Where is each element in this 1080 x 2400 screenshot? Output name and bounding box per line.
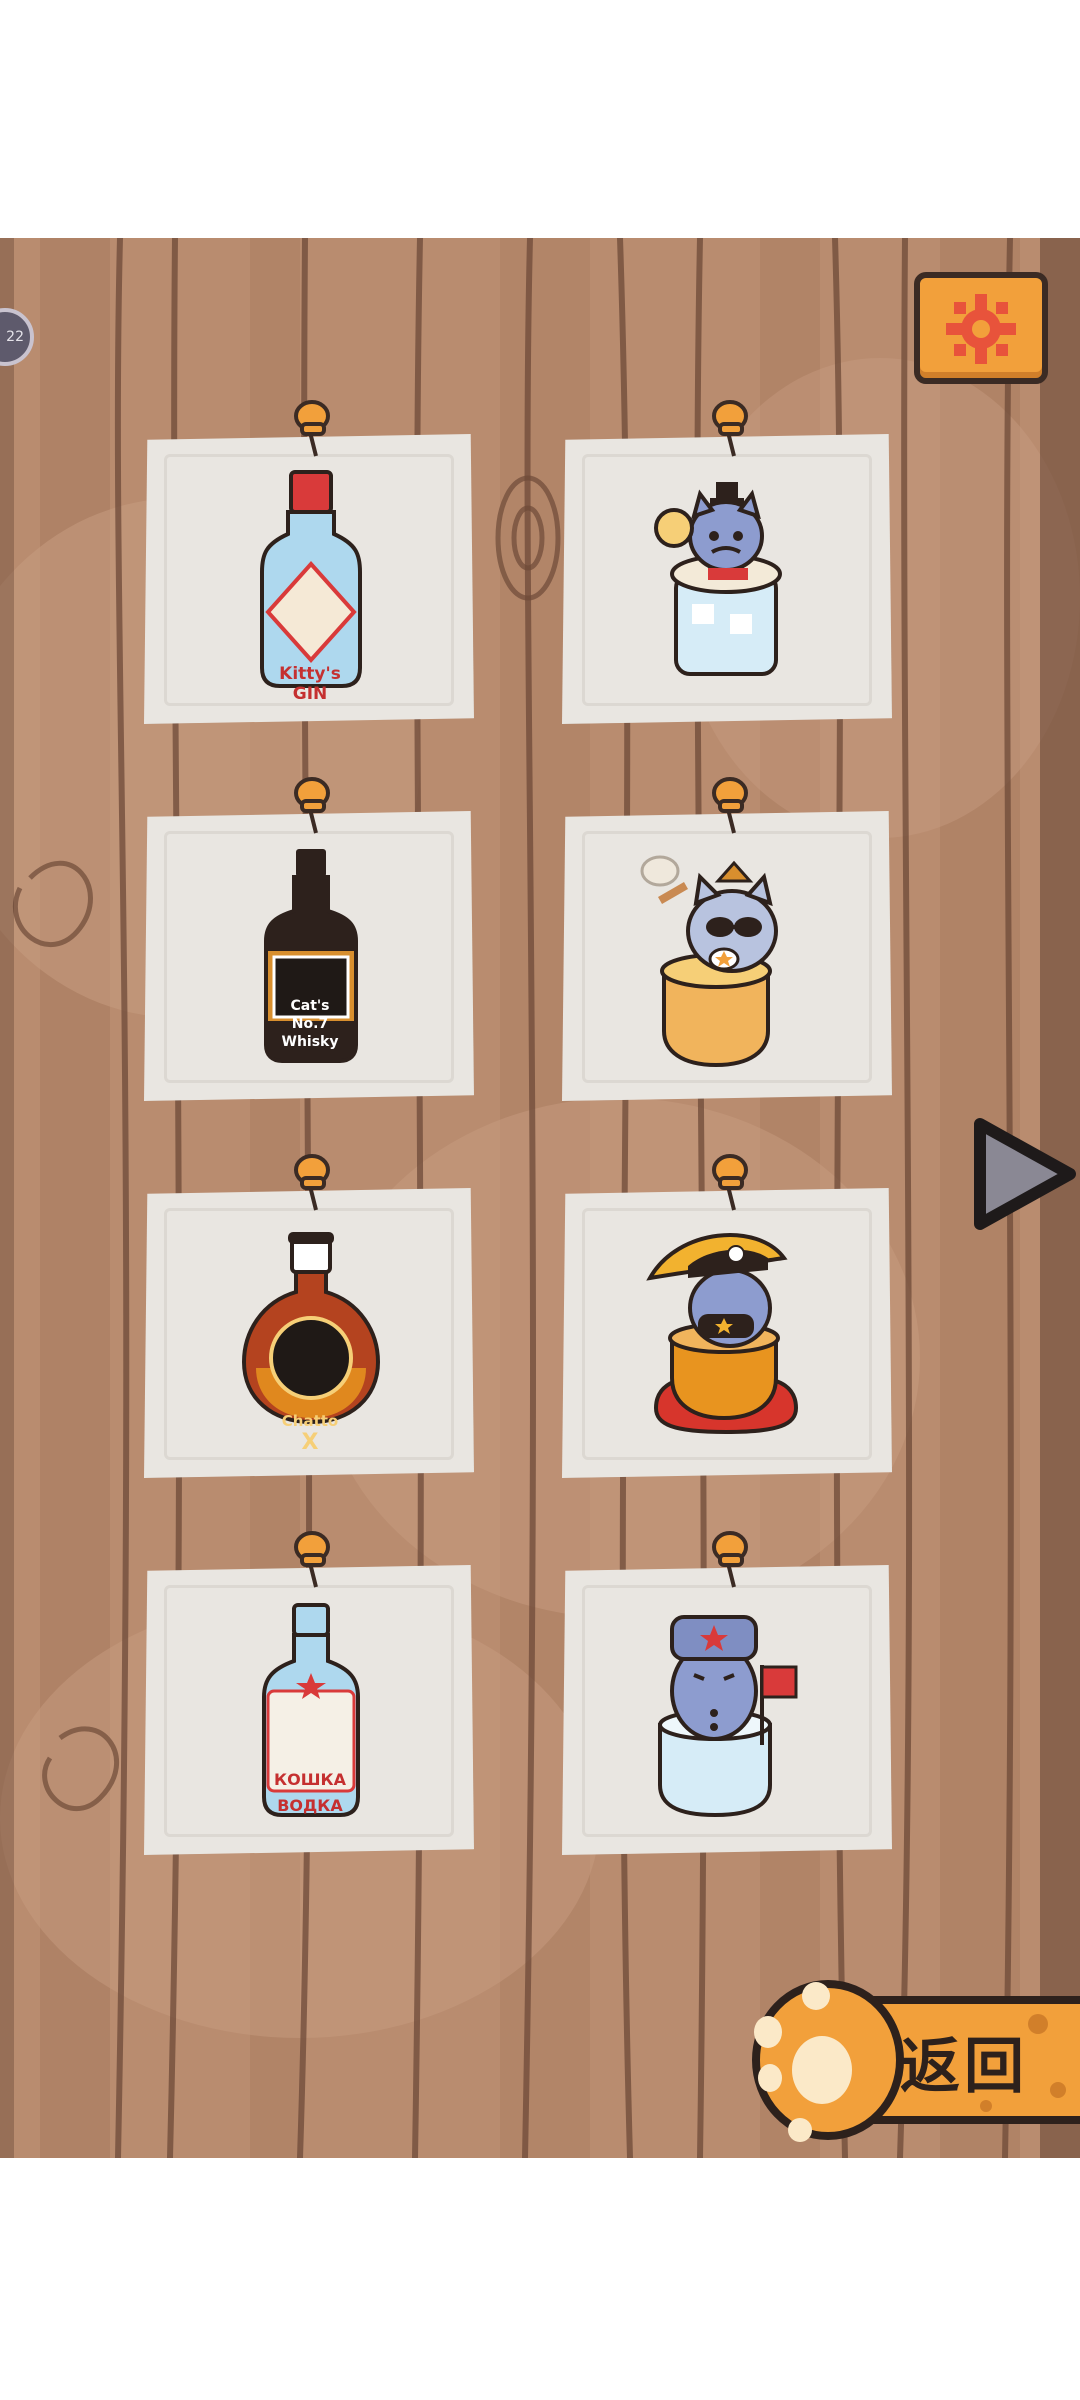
bottle-label-line: Cat's bbox=[290, 998, 330, 1014]
pushpin-icon bbox=[712, 1154, 748, 1211]
pushpin-icon bbox=[712, 400, 748, 457]
bottle-label: Kitty's GIN bbox=[278, 664, 342, 704]
bottle-label-line: No.7 bbox=[291, 1016, 329, 1032]
bottle-label: Cat's No.7 Whisky bbox=[278, 997, 342, 1051]
pushpin-icon bbox=[294, 1531, 330, 1588]
pushpin-icon bbox=[294, 777, 330, 834]
collection-card-whisky[interactable]: Cat's No.7 Whisky bbox=[140, 775, 476, 1105]
pushpin-icon bbox=[712, 777, 748, 834]
gin-bottle-icon bbox=[260, 470, 362, 688]
soldier-cat-in-vodka-glass-icon bbox=[658, 1615, 798, 1818]
collection-card-cognac-cat[interactable] bbox=[558, 1152, 894, 1482]
collection-card-cognac[interactable]: Chatto X bbox=[140, 1152, 476, 1482]
wooden-board: 22 Kitty's GIN Cat's No.7 Whisky Chatto … bbox=[0, 238, 1080, 2158]
bottle-label-line: ВОДКА bbox=[277, 1796, 343, 1815]
next-page-arrow-icon[interactable] bbox=[966, 1110, 1080, 1238]
gear-icon bbox=[946, 294, 1016, 364]
collection-card-gin[interactable]: Kitty's GIN bbox=[140, 398, 476, 728]
back-button-label[interactable]: 返回 bbox=[900, 2018, 1028, 2105]
bottle-label-line: Whisky bbox=[281, 1034, 339, 1050]
collection-card-vodka-cat[interactable] bbox=[558, 1529, 894, 1859]
collection-card-vodka[interactable]: КОШКА ВОДКА bbox=[140, 1529, 476, 1859]
cat-in-gin-glass-icon bbox=[654, 482, 782, 676]
settings-button[interactable] bbox=[914, 272, 1048, 384]
collection-card-gin-cat[interactable] bbox=[558, 398, 894, 728]
level-badge-number: 22 bbox=[6, 329, 24, 345]
bottle-label-line: Kitty's bbox=[279, 664, 341, 684]
napoleon-cat-in-cognac-glass-icon bbox=[646, 1233, 799, 1435]
bottle-label-line: X bbox=[301, 1430, 319, 1455]
bottle-label-line: GIN bbox=[292, 684, 328, 704]
pushpin-icon bbox=[712, 1531, 748, 1588]
cowboy-cat-in-whisky-glass-icon bbox=[640, 855, 778, 1068]
bottle-label: Chatto X bbox=[278, 1410, 342, 1454]
pushpin-icon bbox=[294, 400, 330, 457]
bottle-label: КОШКА ВОДКА bbox=[268, 1767, 352, 1819]
collection-card-whisky-cat[interactable] bbox=[558, 775, 894, 1105]
bottle-label-line: КОШКА bbox=[274, 1770, 346, 1789]
bottle-label-line: Chatto bbox=[281, 1412, 339, 1430]
pushpin-icon bbox=[294, 1154, 330, 1211]
